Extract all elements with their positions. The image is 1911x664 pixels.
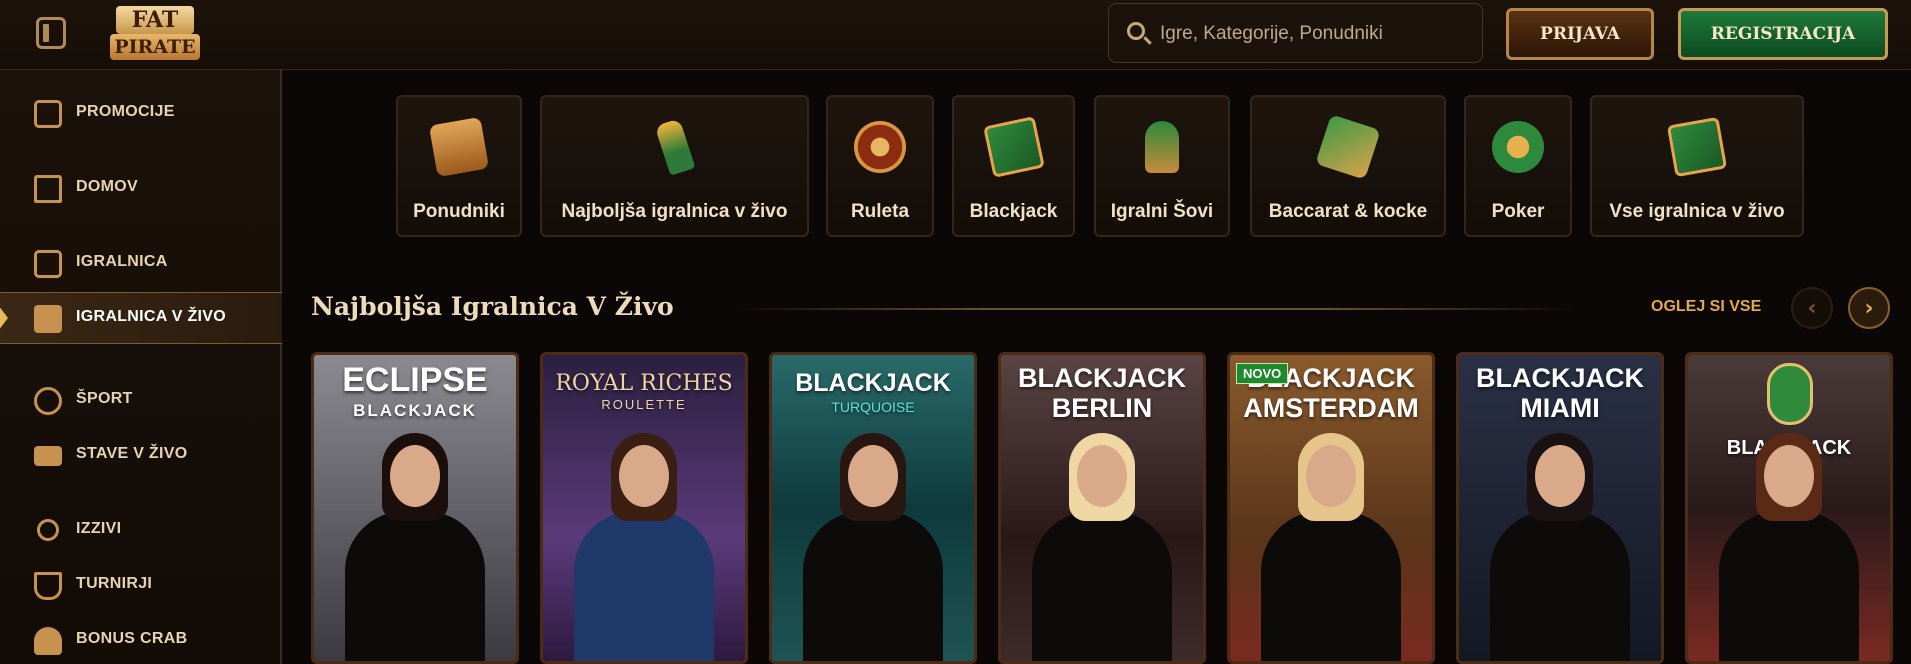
dealer-figure bbox=[345, 433, 485, 661]
sidebar-item-igralnica[interactable]: IGRALNICA bbox=[0, 238, 282, 290]
dealer-figure bbox=[803, 433, 943, 661]
carousel-next-button[interactable]: › bbox=[1848, 287, 1890, 329]
game-card[interactable]: BLACKJACK AMSTERDAM NOVO bbox=[1227, 352, 1435, 664]
logo[interactable]: FAT PIRATE bbox=[106, 4, 204, 62]
category-label: Najboljša igralnica v živo bbox=[561, 201, 788, 222]
game-subtitle: AMSTERDAM bbox=[1243, 393, 1419, 423]
sidebar: PROMOCIJE DOMOV IGRALNICA IGRALNICA V ŽI… bbox=[0, 70, 282, 664]
category-igralni-sovi[interactable]: Igralni Šovi bbox=[1094, 95, 1230, 237]
poker-chips-icon bbox=[1492, 121, 1544, 173]
medal-icon bbox=[37, 519, 59, 541]
dealer-figure bbox=[1719, 433, 1859, 661]
game-card[interactable]: ECLIPSE BLACKJACK bbox=[311, 352, 519, 664]
torch-icon bbox=[654, 118, 695, 176]
cards-icon bbox=[982, 116, 1045, 178]
search-box[interactable] bbox=[1108, 3, 1483, 63]
category-label: Blackjack bbox=[969, 201, 1058, 222]
sidebar-item-stave-v-zivo[interactable]: STAVE V ŽIVO bbox=[0, 430, 282, 482]
sidebar-item-promocije[interactable]: PROMOCIJE bbox=[0, 88, 282, 140]
dealer-figure bbox=[574, 433, 714, 661]
game-title: ECLIPSE bbox=[342, 361, 488, 399]
logo-line-1: FAT bbox=[116, 6, 194, 34]
microphone-icon bbox=[1145, 121, 1179, 173]
new-badge: NOVO bbox=[1236, 363, 1289, 384]
game-subtitle: ROULETTE bbox=[601, 397, 687, 412]
category-label: Ruleta bbox=[850, 201, 910, 222]
game-card[interactable]: BLACKJACK BERLIN bbox=[998, 352, 1206, 664]
sidebar-item-igralnica-v-zivo[interactable]: IGRALNICA V ŽIVO bbox=[0, 292, 282, 344]
game-card[interactable]: BLACKJACK MIAMI bbox=[1456, 352, 1664, 664]
game-card[interactable]: BLACKJACK TURQUOISE bbox=[769, 352, 977, 664]
gift-chest-icon bbox=[34, 100, 62, 128]
roulette-wheel-icon bbox=[854, 121, 906, 173]
dealer-figure bbox=[1032, 433, 1172, 661]
chevron-right-icon: › bbox=[1864, 296, 1874, 321]
dice-icon bbox=[1315, 114, 1381, 180]
crab-icon bbox=[34, 627, 62, 655]
sidebar-item-sport[interactable]: ŠPORT bbox=[0, 375, 282, 427]
category-ruleta[interactable]: Ruleta bbox=[826, 95, 934, 237]
game-subtitle: BLACKJACK bbox=[353, 401, 477, 420]
game-title: BLACKJACK bbox=[1476, 363, 1644, 393]
register-button[interactable]: REGISTRACIJA bbox=[1678, 8, 1888, 60]
game-title: ROYAL RICHES bbox=[555, 371, 733, 396]
see-all-link[interactable]: OGLEJ SI VSE bbox=[1651, 298, 1761, 316]
category-label: Igralni Šovi bbox=[1110, 201, 1214, 222]
category-label: Baccarat & kocke bbox=[1268, 201, 1428, 222]
sidebar-item-label: STAVE V ŽIVO bbox=[76, 445, 188, 462]
category-najboljsa-igralnica[interactable]: Najboljša igralnica v živo bbox=[540, 95, 809, 237]
soccer-ball-icon bbox=[34, 387, 62, 415]
game-subtitle: BERLIN bbox=[1051, 393, 1153, 423]
section-title: Najboljša Igralnica V Živo bbox=[311, 292, 674, 321]
game-card[interactable]: BLACKJACK bbox=[1685, 352, 1893, 664]
game-title: BLACKJACK bbox=[795, 369, 951, 397]
game-subtitle: TURQUOISE bbox=[831, 399, 915, 415]
sidebar-item-bonus-crab[interactable]: BONUS CRAB bbox=[0, 615, 282, 664]
sidebar-item-turnirji[interactable]: TURNIRJI bbox=[0, 560, 282, 612]
category-poker[interactable]: Poker bbox=[1464, 95, 1572, 237]
category-baccarat-kocke[interactable]: Baccarat & kocke bbox=[1250, 95, 1446, 237]
dealer-figure bbox=[1261, 433, 1401, 661]
sidebar-item-label: ŠPORT bbox=[76, 390, 133, 407]
dealer-figure bbox=[1490, 433, 1630, 661]
login-button[interactable]: PRIJAVA bbox=[1506, 8, 1654, 60]
game-card[interactable]: ROYAL RICHES ROULETTE bbox=[540, 352, 748, 664]
category-label: Vse igralnica v živo bbox=[1609, 201, 1785, 222]
home-icon bbox=[34, 175, 62, 203]
top-header: FAT PIRATE PRIJAVA REGISTRACIJA bbox=[0, 0, 1911, 70]
blackjack-emblem-icon bbox=[1767, 363, 1813, 425]
sidebar-item-domov[interactable]: DOMOV bbox=[0, 163, 282, 215]
search-input[interactable] bbox=[1160, 18, 1470, 50]
live-badge-icon bbox=[34, 446, 62, 466]
scroll-icon bbox=[428, 116, 490, 178]
sidebar-item-label: BONUS CRAB bbox=[76, 630, 188, 647]
sidebar-item-label: DOMOV bbox=[76, 178, 138, 195]
trophy-icon bbox=[34, 572, 62, 600]
slot-machine-icon bbox=[34, 250, 62, 278]
section-divider bbox=[730, 308, 1580, 310]
chevron-left-icon: ‹ bbox=[1807, 296, 1817, 321]
category-vse-igralnica[interactable]: Vse igralnica v živo bbox=[1590, 95, 1804, 237]
category-label: Ponudniki bbox=[413, 201, 505, 222]
category-label: Poker bbox=[1491, 201, 1545, 222]
sidebar-item-label: TURNIRJI bbox=[76, 575, 153, 592]
sidebar-item-label: PROMOCIJE bbox=[76, 103, 175, 120]
sidebar-item-label: IZZIVI bbox=[76, 520, 122, 537]
game-title: BLACKJACK bbox=[1018, 363, 1186, 393]
logo-line-2: PIRATE bbox=[110, 34, 200, 60]
category-ponudniki[interactable]: Ponudniki bbox=[396, 95, 522, 237]
sidebar-item-izzivi[interactable]: IZZIVI bbox=[0, 505, 282, 557]
sidebar-item-label: IGRALNICA bbox=[76, 253, 168, 270]
carousel-prev-button[interactable]: ‹ bbox=[1791, 287, 1833, 329]
all-cards-icon bbox=[1666, 116, 1728, 178]
category-blackjack[interactable]: Blackjack bbox=[952, 95, 1075, 237]
sidebar-item-label: IGRALNICA V ŽIVO bbox=[76, 308, 226, 325]
search-icon bbox=[1127, 22, 1145, 40]
game-subtitle: MIAMI bbox=[1520, 393, 1600, 423]
live-casino-icon bbox=[34, 305, 62, 333]
sidebar-toggle-icon[interactable] bbox=[36, 17, 66, 49]
